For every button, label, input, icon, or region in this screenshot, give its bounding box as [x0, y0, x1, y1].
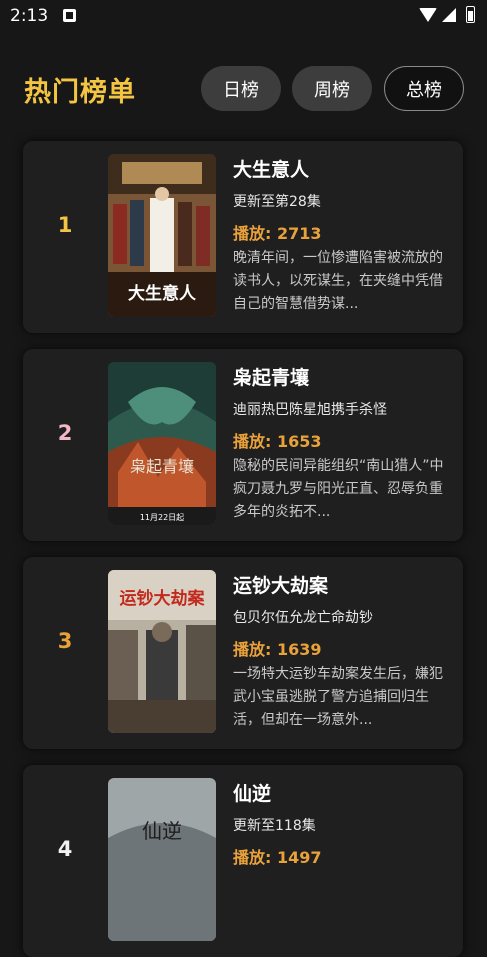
item-description: 晚清年间，一位惨遭陷害被流放的读书人，以死谋生，在夹缝中凭借自己的智慧借势谋..… [233, 250, 443, 312]
play-count: 播放: 2713 [233, 224, 322, 243]
poster-image[interactable]: 仙逆 [108, 778, 216, 941]
battery-icon [466, 6, 475, 23]
wifi-icon [419, 8, 437, 22]
play-count: 播放: 1653 [233, 432, 322, 451]
tab-daily[interactable]: 日榜 [201, 66, 281, 111]
svg-text:大生意人: 大生意人 [128, 283, 197, 304]
play-count: 播放: 1639 [233, 640, 322, 659]
item-title: 仙逆 [233, 783, 272, 805]
play-count: 播放: 1497 [233, 848, 322, 867]
item-description: 隐秘的民间异能组织“南山猎人”中疯刀聂九罗与阳光正直、忍辱负重多年的炎拓不... [233, 458, 444, 520]
notification-icon [63, 9, 76, 22]
tab-total[interactable]: 总榜 [384, 66, 464, 111]
poster-image[interactable]: 大生意人 [108, 154, 216, 317]
item-subtitle: 更新至第28集 [233, 194, 321, 210]
status-bar: 2:13 [0, 0, 487, 34]
poster-image[interactable]: 枭起青壤 11月22日起 [108, 362, 216, 525]
list-item[interactable]: 1 大生意人 大生意人 更新至第28集 播放: 2713 晚清年间，一位惨遭陷害… [23, 141, 463, 333]
item-subtitle: 更新至118集 [233, 818, 316, 834]
list-item[interactable]: 3 运钞大劫案 运钞大劫案 包贝尔伍允龙亡命劫钞 播放: 1639 一场特大运钞… [23, 557, 463, 749]
svg-text:仙逆: 仙逆 [142, 819, 182, 843]
page-title: 热门榜单 [24, 77, 136, 108]
cell-signal-icon [442, 8, 456, 22]
rank-number: 2 [57, 421, 73, 445]
rank-number: 3 [57, 629, 73, 653]
rank-number: 4 [57, 837, 73, 861]
list-item[interactable]: 2 枭起青壤 11月22日起 枭起青壤 迪丽热巴陈星旭携手杀怪 播放: 1653… [23, 349, 463, 541]
poster-image[interactable]: 运钞大劫案 [108, 570, 216, 733]
item-title: 运钞大劫案 [233, 575, 329, 597]
item-title: 大生意人 [233, 159, 310, 181]
rank-number: 1 [57, 213, 73, 237]
svg-text:枭起青壤: 枭起青壤 [130, 457, 194, 476]
item-description: 一场特大运钞车劫案发生后，嫌犯武小宝虽逃脱了警方追捕回归生活，但却在一场意外..… [233, 666, 443, 728]
item-subtitle: 迪丽热巴陈星旭携手杀怪 [233, 402, 387, 418]
item-title: 枭起青壤 [233, 367, 310, 389]
status-time: 2:13 [10, 6, 49, 26]
svg-text:运钞大劫案: 运钞大劫案 [120, 588, 206, 609]
svg-text:11月22日起: 11月22日起 [140, 513, 184, 522]
list-item[interactable]: 4 仙逆 仙逆 更新至118集 播放: 1497 [23, 765, 463, 957]
item-subtitle: 包贝尔伍允龙亡命劫钞 [233, 610, 373, 626]
tab-weekly[interactable]: 周榜 [292, 66, 372, 111]
